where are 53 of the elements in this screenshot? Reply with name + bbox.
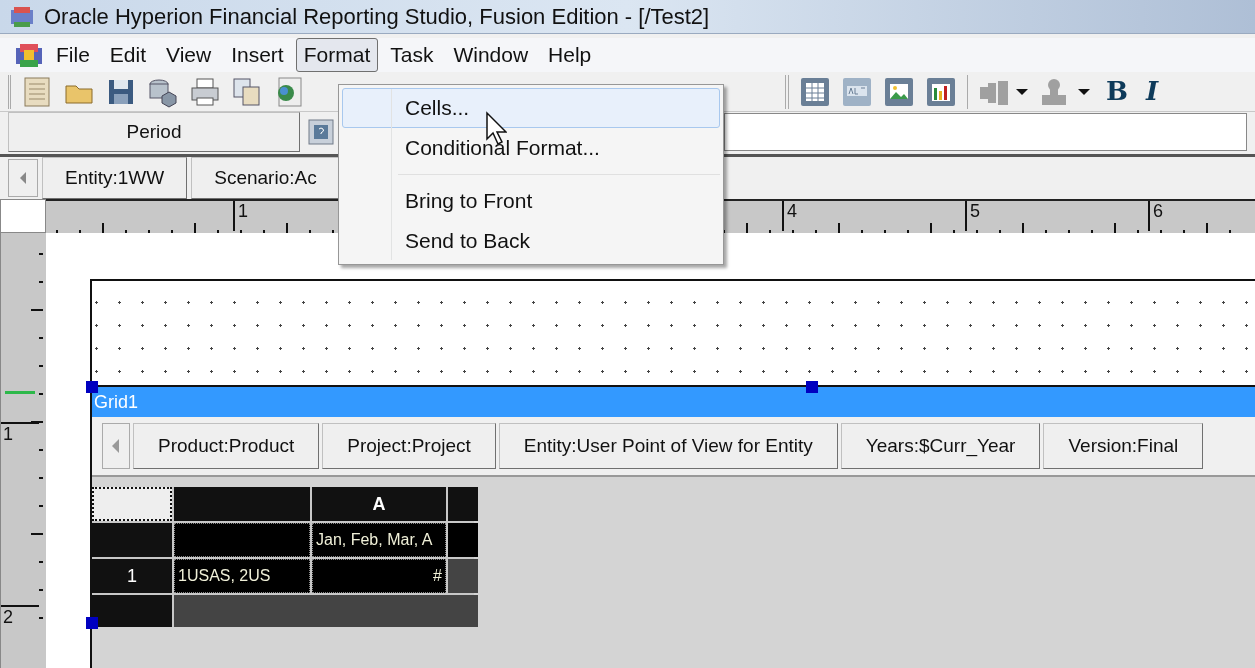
ruler-label: 1 — [233, 201, 248, 231]
menu-item[interactable]: File — [48, 38, 98, 72]
ruler-label: 1 — [1, 422, 39, 444]
pov-button[interactable]: Version:Final — [1043, 423, 1204, 469]
menu-item[interactable]: Help — [540, 38, 600, 72]
pov-button[interactable]: Product:Product — [133, 423, 320, 469]
input-field[interactable] — [724, 113, 1247, 151]
menu-item[interactable]: Edit — [101, 38, 155, 72]
selection-handle[interactable] — [86, 381, 98, 393]
menu-item[interactable]: Format — [295, 38, 379, 72]
menu-item[interactable]: Conditional Format... — [342, 128, 720, 168]
ruler-label: 4 — [782, 201, 797, 231]
row-header: 1 — [92, 559, 172, 593]
page-icon[interactable] — [21, 75, 53, 108]
table-cell: # — [312, 559, 446, 593]
menu-item[interactable]: Cells... — [342, 88, 720, 128]
grid-title: Grid1 — [92, 387, 1255, 417]
bold-button[interactable]: B — [1102, 72, 1132, 111]
scroll-left-button[interactable] — [102, 423, 130, 469]
menu-item[interactable]: Window — [445, 38, 537, 72]
table-cell — [448, 559, 478, 593]
period-button[interactable]: Period — [8, 112, 300, 152]
ruler-label: 6 — [1148, 201, 1163, 231]
scroll-left-button[interactable] — [8, 159, 38, 197]
pov-button[interactable]: Entity:User Point of View for Entity — [498, 423, 838, 469]
pov-button[interactable]: Scenario:Ac — [191, 157, 340, 199]
menu-item[interactable]: Insert — [223, 38, 292, 72]
ruler-label: 5 — [965, 201, 980, 231]
table-icon[interactable] — [799, 75, 831, 108]
column-header — [448, 487, 478, 521]
menu-item[interactable]: Send to Back — [342, 221, 720, 261]
menu-item[interactable]: Task — [382, 38, 442, 72]
table-cell — [448, 523, 478, 557]
italic-button[interactable]: I — [1142, 72, 1163, 111]
table-cell: Jan, Feb, Mar, A — [312, 523, 446, 557]
menu-item[interactable]: Bring to Front — [342, 181, 720, 221]
selection-handle[interactable] — [86, 617, 98, 629]
selection-handle[interactable] — [806, 381, 818, 393]
column-header: A — [312, 487, 446, 521]
text-box-icon[interactable] — [841, 75, 873, 108]
image-icon[interactable] — [883, 75, 915, 108]
table-cell: 1USAS, 2US — [174, 559, 310, 593]
pov-button[interactable]: Years:$Curr_Year — [840, 423, 1041, 469]
pov-button[interactable]: Project:Project — [322, 423, 496, 469]
copy-icon[interactable] — [231, 75, 263, 108]
menu-item[interactable]: View — [158, 38, 220, 72]
bar-chart-icon[interactable] — [925, 75, 957, 108]
printer-icon[interactable] — [189, 75, 221, 108]
help-icon[interactable] — [308, 119, 334, 145]
corner-cell[interactable] — [92, 487, 172, 521]
pov-button[interactable]: Entity:1WW — [42, 157, 188, 199]
window-title: Oracle Hyperion Financial Reporting Studio, Fusion Edition - [/Test2] — [44, 3, 710, 31]
ruler-label: 2 — [1, 605, 39, 627]
